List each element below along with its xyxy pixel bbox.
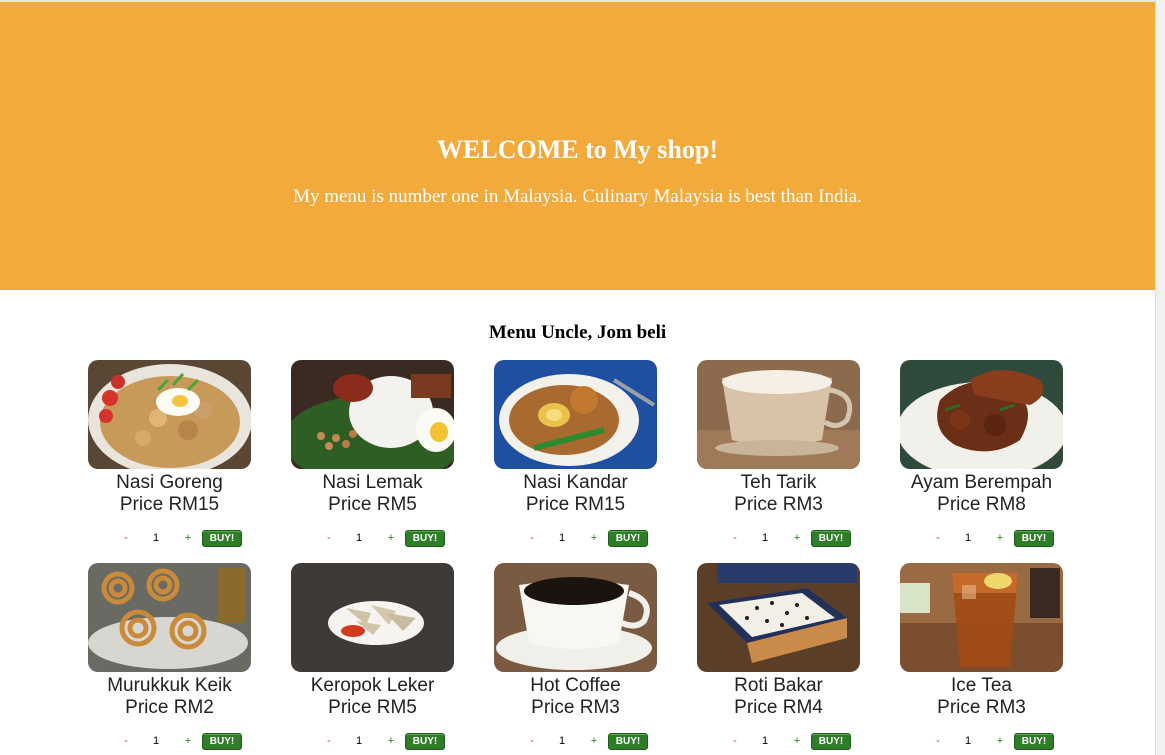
increase-button[interactable]: + <box>386 735 396 747</box>
decrease-button[interactable]: - <box>121 735 131 747</box>
decrease-button[interactable]: - <box>933 532 943 544</box>
item-price: Price RM5 <box>328 494 417 515</box>
quantity-stepper: - 1 + BUY! <box>697 530 860 548</box>
hero-title: WELCOME to My shop! <box>437 135 718 164</box>
item-name: Teh Tarik <box>740 472 817 493</box>
increase-button[interactable]: + <box>386 532 396 544</box>
quantity-value: 1 <box>558 532 566 544</box>
increase-button[interactable]: + <box>995 735 1005 747</box>
item-name: Nasi Lemak <box>322 472 423 493</box>
buy-button[interactable]: BUY! <box>202 530 242 547</box>
nasi-lemak-photo <box>291 360 454 469</box>
quantity-value: 1 <box>152 532 160 544</box>
increase-button[interactable]: + <box>995 532 1005 544</box>
quantity-stepper: - 1 + BUY! <box>494 530 657 548</box>
quantity-value: 1 <box>355 735 363 747</box>
quantity-stepper: - 1 + BUY! <box>88 530 251 548</box>
item-price: Price RM8 <box>937 494 1026 515</box>
menu-card: Ayam Berempah Price RM8 - 1 + BUY! <box>900 360 1063 563</box>
nasi-kandar-photo <box>494 360 657 469</box>
roti-bakar-photo <box>697 563 860 672</box>
quantity-value: 1 <box>355 532 363 544</box>
buy-button[interactable]: BUY! <box>405 733 445 750</box>
item-name: Ice Tea <box>951 675 1012 696</box>
menu-card: Hot Coffee Price RM3 - 1 + BUY! <box>494 563 657 755</box>
decrease-button[interactable]: - <box>730 735 740 747</box>
quantity-stepper: - 1 + BUY! <box>900 530 1063 548</box>
buy-button[interactable]: BUY! <box>608 530 648 547</box>
increase-button[interactable]: + <box>183 735 193 747</box>
item-price: Price RM4 <box>734 697 823 718</box>
teh-tarik-photo <box>697 360 860 469</box>
item-price: Price RM3 <box>531 697 620 718</box>
decrease-button[interactable]: - <box>527 735 537 747</box>
murukku-photo <box>88 563 251 672</box>
menu-card: Nasi Goreng Price RM15 - 1 + BUY! <box>88 360 251 563</box>
item-price: Price RM5 <box>328 697 417 718</box>
buy-button[interactable]: BUY! <box>405 530 445 547</box>
item-name: Hot Coffee <box>530 675 621 696</box>
item-name: Nasi Goreng <box>116 472 223 493</box>
menu-card: Roti Bakar Price RM4 - 1 + BUY! <box>697 563 860 755</box>
quantity-value: 1 <box>761 735 769 747</box>
item-price: Price RM2 <box>125 697 214 718</box>
quantity-stepper: - 1 + BUY! <box>291 733 454 751</box>
hot-coffee-photo <box>494 563 657 672</box>
increase-button[interactable]: + <box>183 532 193 544</box>
hero-banner: WELCOME to My shop! My menu is number on… <box>0 2 1155 290</box>
quantity-stepper: - 1 + BUY! <box>494 733 657 751</box>
quantity-value: 1 <box>761 532 769 544</box>
decrease-button[interactable]: - <box>933 735 943 747</box>
buy-button[interactable]: BUY! <box>811 530 851 547</box>
hero-subtitle: My menu is number one in Malaysia. Culin… <box>293 186 862 207</box>
increase-button[interactable]: + <box>589 735 599 747</box>
quantity-value: 1 <box>964 532 972 544</box>
keropok-photo <box>291 563 454 672</box>
quantity-stepper: - 1 + BUY! <box>291 530 454 548</box>
increase-button[interactable]: + <box>792 735 802 747</box>
buy-button[interactable]: BUY! <box>202 733 242 750</box>
decrease-button[interactable]: - <box>527 532 537 544</box>
ayam-berempah-photo <box>900 360 1063 469</box>
buy-button[interactable]: BUY! <box>811 733 851 750</box>
item-price: Price RM15 <box>119 494 220 515</box>
menu-card: Nasi Lemak Price RM5 - 1 + BUY! <box>291 360 454 563</box>
increase-button[interactable]: + <box>589 532 599 544</box>
decrease-button[interactable]: - <box>730 532 740 544</box>
item-price: Price RM15 <box>525 494 626 515</box>
ice-tea-photo <box>900 563 1063 672</box>
menu-card: Murukkuk Keik Price RM2 - 1 + BUY! <box>88 563 251 755</box>
buy-button[interactable]: BUY! <box>608 733 648 750</box>
quantity-value: 1 <box>152 735 160 747</box>
quantity-stepper: - 1 + BUY! <box>900 733 1063 751</box>
quantity-stepper: - 1 + BUY! <box>88 733 251 751</box>
quantity-stepper: - 1 + BUY! <box>697 733 860 751</box>
item-name: Roti Bakar <box>734 675 823 696</box>
menu-card: Teh Tarik Price RM3 - 1 + BUY! <box>697 360 860 563</box>
menu-card: Nasi Kandar Price RM15 - 1 + BUY! <box>494 360 657 563</box>
item-price: Price RM3 <box>734 494 823 515</box>
decrease-button[interactable]: - <box>324 735 334 747</box>
buy-button[interactable]: BUY! <box>1014 530 1054 547</box>
item-price: Price RM3 <box>937 697 1026 718</box>
item-name: Murukkuk Keik <box>107 675 232 696</box>
item-name: Ayam Berempah <box>910 472 1053 493</box>
scrollbar[interactable] <box>1155 0 1165 755</box>
item-name: Nasi Kandar <box>523 472 628 493</box>
buy-button[interactable]: BUY! <box>1014 733 1054 750</box>
nasi-goreng-photo <box>88 360 251 469</box>
menu-title: Menu Uncle, Jom beli <box>488 322 667 343</box>
menu-grid: Nasi Goreng Price RM15 - 1 + BUY! Nasi L… <box>88 360 1078 755</box>
increase-button[interactable]: + <box>792 532 802 544</box>
quantity-value: 1 <box>558 735 566 747</box>
menu-card: Keropok Leker Price RM5 - 1 + BUY! <box>291 563 454 755</box>
item-name: Keropok Leker <box>310 675 435 696</box>
decrease-button[interactable]: - <box>324 532 334 544</box>
decrease-button[interactable]: - <box>121 532 131 544</box>
menu-card: Ice Tea Price RM3 - 1 + BUY! <box>900 563 1063 755</box>
quantity-value: 1 <box>964 735 972 747</box>
